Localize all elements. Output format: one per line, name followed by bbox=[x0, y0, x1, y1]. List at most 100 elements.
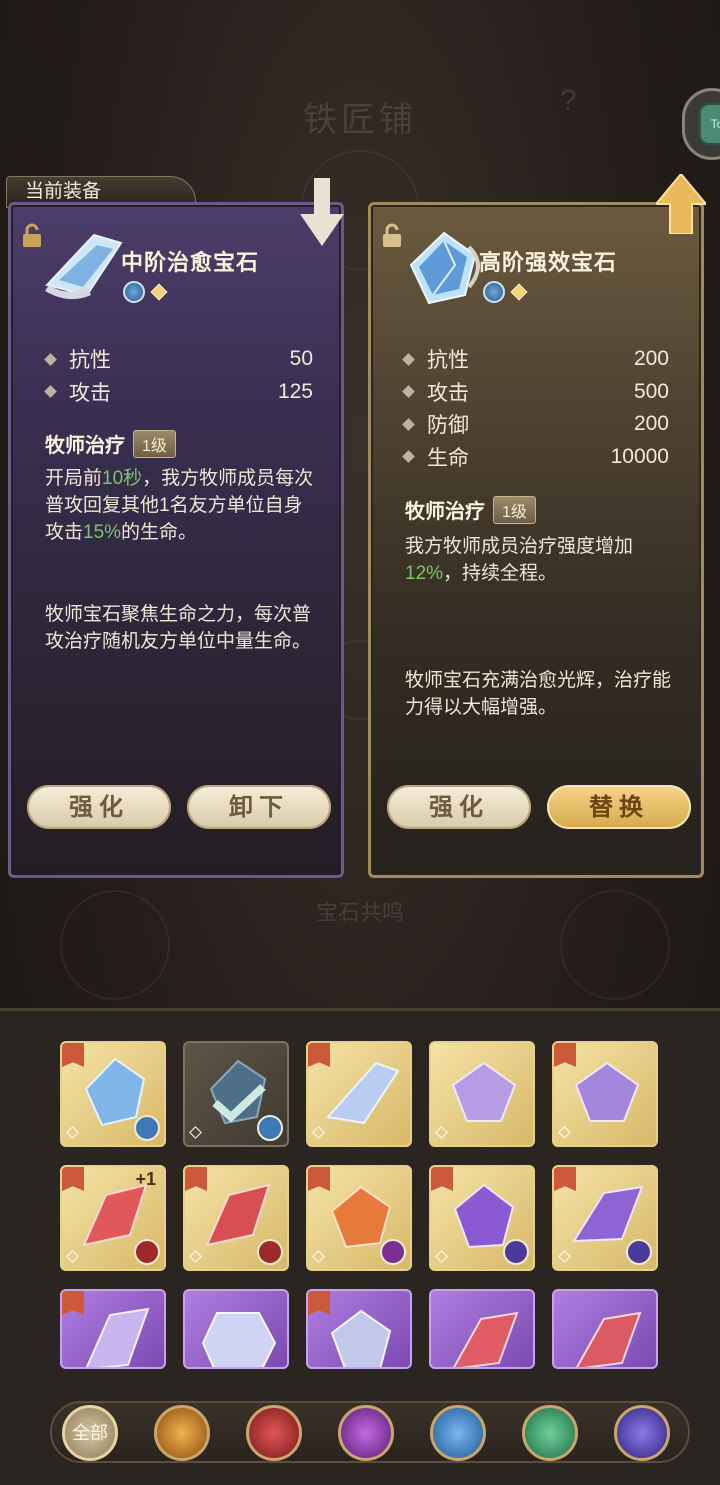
gem-icon bbox=[409, 231, 480, 305]
gem-badges bbox=[123, 281, 168, 303]
gem-slot[interactable] bbox=[429, 1041, 535, 1147]
skill-header: 牧师治疗 1级 bbox=[45, 429, 176, 458]
gem-grid: +1 bbox=[60, 1041, 660, 1369]
candidate-gem-card: 高阶强效宝石 抗性 200 攻击 500 防御 200 生命 10000 牧师治疗 1级… bbox=[368, 202, 704, 878]
help-icon[interactable]: ? bbox=[560, 84, 584, 118]
gem-slot[interactable] bbox=[183, 1165, 289, 1271]
stat-value: 200 bbox=[633, 347, 669, 371]
diamond-bullet-icon bbox=[402, 450, 415, 464]
priest-class-icon bbox=[257, 1115, 283, 1141]
stat-value: 125 bbox=[277, 379, 313, 403]
purple-gem-icon bbox=[451, 1061, 517, 1122]
filter-ranger-icon[interactable] bbox=[522, 1405, 578, 1461]
gem-slot[interactable] bbox=[552, 1289, 658, 1369]
diamond-bullet-icon bbox=[402, 385, 415, 399]
check-icon bbox=[212, 1084, 266, 1123]
replace-button[interactable]: 替换 bbox=[547, 785, 691, 829]
crystal-gem-icon bbox=[201, 1312, 277, 1367]
gem-slot[interactable]: +1 bbox=[60, 1165, 166, 1271]
diamond-bullet-icon bbox=[44, 385, 57, 399]
gem-slot[interactable] bbox=[306, 1289, 412, 1369]
unequip-button[interactable]: 卸下 bbox=[187, 785, 331, 829]
assassin-class-icon bbox=[503, 1239, 529, 1265]
current-gem-card: 中阶治愈宝石 抗性 50 攻击 125 牧师治疗 1级 开局前10秒，我方牧师成员每… bbox=[8, 202, 344, 878]
stat-name: 攻击 bbox=[69, 381, 111, 405]
gem-slot[interactable] bbox=[429, 1289, 535, 1369]
stat-name: 抗性 bbox=[69, 349, 111, 373]
filter-warrior-icon[interactable] bbox=[154, 1405, 210, 1461]
mage-class-icon bbox=[380, 1239, 406, 1265]
flavor-text: 牧师宝石聚焦生命之力，每次普攻治疗随机友方单位中量生命。 bbox=[45, 604, 312, 652]
stat-value: 500 bbox=[633, 379, 669, 403]
diamond-bullet-icon bbox=[402, 417, 415, 431]
desc-text: ，持续全程。 bbox=[443, 563, 558, 584]
purple-gem-icon bbox=[574, 1061, 640, 1122]
rarity-diamond-icon bbox=[510, 283, 528, 301]
stat-row: 抗性 50 bbox=[43, 343, 313, 376]
stat-name: 攻击 bbox=[427, 381, 469, 405]
gem-slot[interactable] bbox=[183, 1289, 289, 1369]
red-gem-icon bbox=[575, 1311, 642, 1367]
gem-slot[interactable] bbox=[60, 1041, 166, 1147]
side-widget-button[interactable]: To bbox=[682, 88, 720, 160]
knight-class-icon bbox=[134, 1239, 160, 1265]
gem-slot[interactable] bbox=[60, 1289, 166, 1369]
stat-name: 生命 bbox=[427, 446, 469, 470]
skill-header: 牧师治疗 1级 bbox=[405, 495, 536, 524]
page-title: 铁匠铺 bbox=[303, 100, 417, 140]
stat-list: 抗性 50 攻击 125 bbox=[43, 343, 313, 408]
shard-gem-icon bbox=[85, 1307, 150, 1367]
gem-resonance-label: 宝石共鸣 bbox=[315, 900, 404, 925]
filter-assassin-icon[interactable] bbox=[614, 1405, 670, 1461]
upgrade-button[interactable]: 强化 bbox=[387, 785, 531, 829]
stat-row: 攻击 125 bbox=[43, 376, 313, 409]
gem-slot[interactable] bbox=[552, 1165, 658, 1271]
desc-highlight: 12% bbox=[405, 563, 444, 584]
skill-level-badge: 1级 bbox=[493, 495, 536, 524]
skill-description: 我方牧师成员治疗强度增加 12%，持续全程。 bbox=[405, 533, 675, 587]
arrow-down-icon bbox=[300, 178, 344, 246]
stat-row: 攻击 500 bbox=[401, 376, 669, 409]
filter-knight-icon[interactable] bbox=[246, 1405, 302, 1461]
gem-slot-selected[interactable] bbox=[183, 1041, 289, 1147]
stat-row: 防御 200 bbox=[401, 408, 669, 441]
priest-class-icon bbox=[123, 281, 145, 303]
upgrade-button[interactable]: 强化 bbox=[27, 785, 171, 829]
arrow-up-icon bbox=[656, 174, 706, 234]
gem-slot[interactable] bbox=[306, 1041, 412, 1147]
gem-icon bbox=[45, 233, 123, 300]
gem-name: 中阶治愈宝石 bbox=[121, 250, 260, 275]
diamond-bullet-icon bbox=[402, 352, 415, 366]
assassin-class-icon bbox=[626, 1239, 652, 1265]
desc-text: 我方牧师成员治疗强度增加 bbox=[405, 536, 634, 557]
inventory-panel: +1 全部 bbox=[0, 1008, 720, 1485]
filter-all-button[interactable]: 全部 bbox=[62, 1405, 118, 1461]
desc-highlight: 10秒 bbox=[102, 468, 143, 489]
gem-slot[interactable] bbox=[429, 1165, 535, 1271]
flavor-text: 牧师宝石充满治愈光辉，治疗能力得以大幅增强。 bbox=[405, 670, 672, 718]
stat-list: 抗性 200 攻击 500 防御 200 生命 10000 bbox=[401, 343, 669, 473]
skill-level-badge: 1级 bbox=[133, 429, 176, 458]
gem-slot[interactable] bbox=[306, 1165, 412, 1271]
desc-text: 开局前 bbox=[45, 468, 103, 489]
knight-class-icon bbox=[257, 1239, 283, 1265]
gem-badges bbox=[483, 281, 528, 303]
skill-name: 牧师治疗 bbox=[405, 501, 485, 523]
skill-name: 牧师治疗 bbox=[45, 435, 125, 457]
gem-slot[interactable] bbox=[552, 1041, 658, 1147]
stat-name: 防御 bbox=[427, 414, 469, 438]
crystal-gem-icon bbox=[330, 1309, 392, 1367]
stat-value: 50 bbox=[289, 347, 313, 371]
stat-row: 抗性 200 bbox=[401, 343, 669, 376]
filter-priest-icon[interactable] bbox=[430, 1405, 486, 1461]
stat-row: 生命 10000 bbox=[401, 441, 669, 474]
stat-value: 10000 bbox=[610, 444, 669, 468]
shard-gem-icon bbox=[326, 1061, 400, 1125]
priest-class-icon bbox=[134, 1115, 160, 1141]
diamond-bullet-icon bbox=[44, 352, 57, 366]
skill-description: 开局前10秒，我方牧师成员每次普攻回复其他1名友方单位自身攻击15%的生命。 bbox=[45, 465, 315, 546]
rarity-diamond-icon bbox=[150, 283, 168, 301]
desc-text: 的生命。 bbox=[121, 522, 198, 543]
class-filter-bar: 全部 bbox=[50, 1401, 690, 1463]
filter-mage-icon[interactable] bbox=[338, 1405, 394, 1461]
